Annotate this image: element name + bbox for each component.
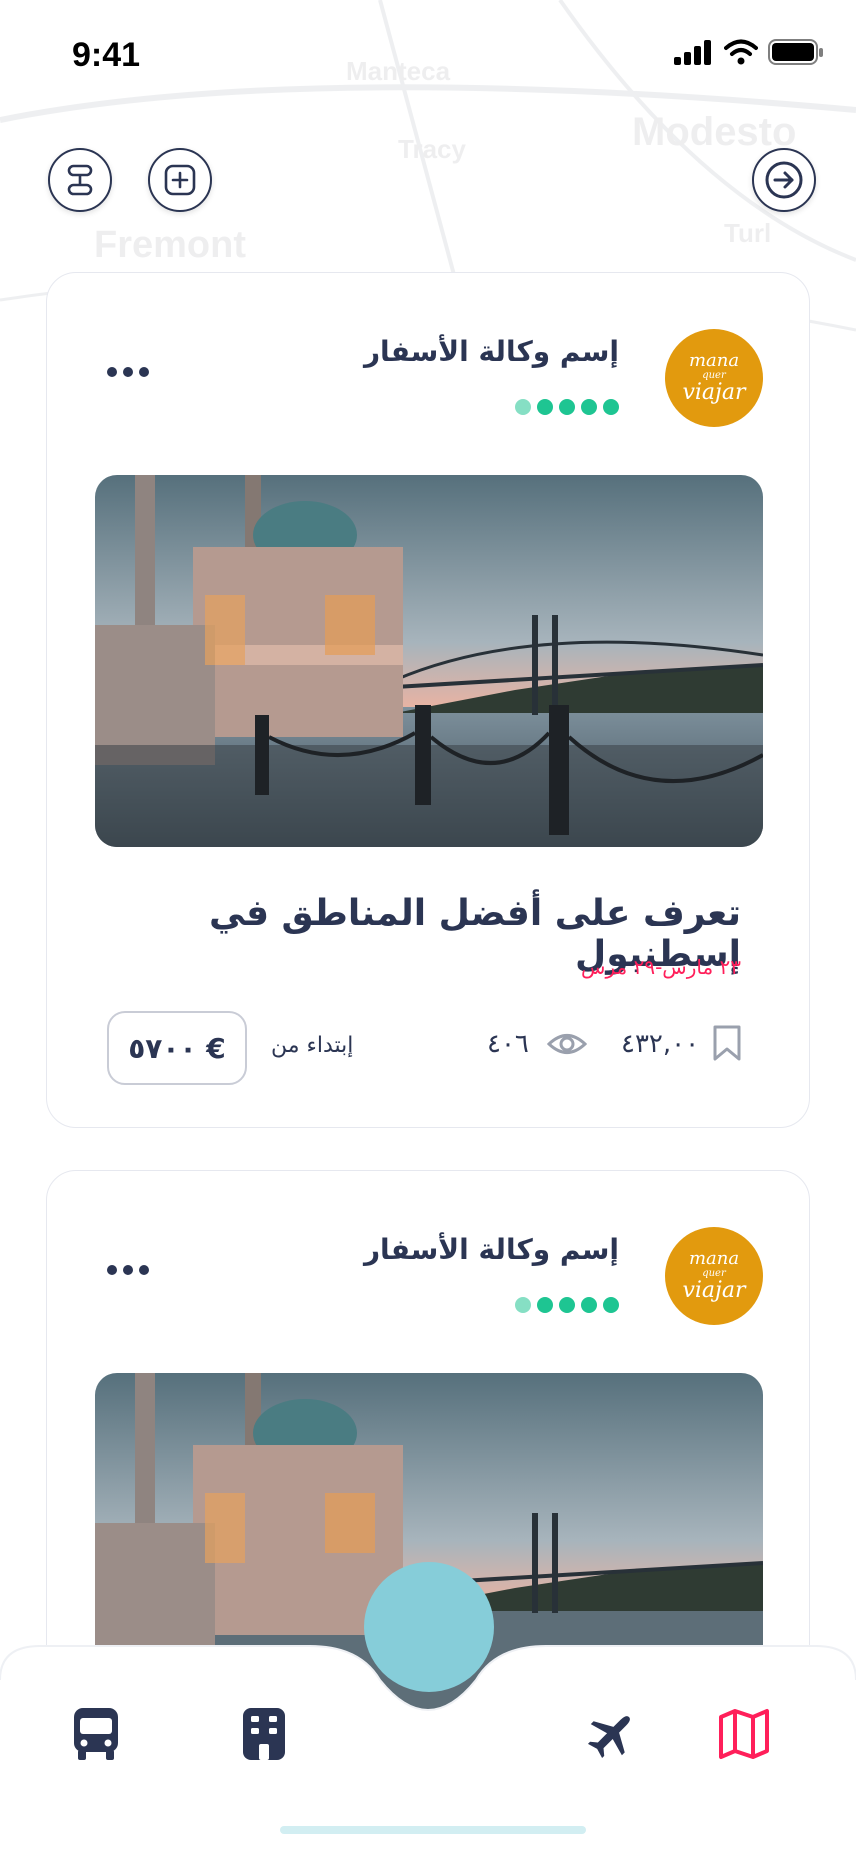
more-options-icon[interactable]: [107, 1265, 149, 1275]
rating-dot: [603, 399, 619, 415]
saves-count: ٤٣٢,٠٠: [621, 1029, 700, 1059]
trip-meta: ٥٧٠٠ € إبتداء من ٤٠٦ ٤٣٢,٠٠: [47, 1011, 811, 1085]
price-prefix: إبتداء من: [271, 1033, 354, 1058]
destination-photo[interactable]: [95, 475, 763, 847]
status-time: 9:41: [72, 36, 141, 74]
rating-dot: [515, 1297, 531, 1313]
trip-card[interactable]: mana quer viajar إسم وكالة الأسفار: [46, 272, 810, 1128]
rating-dot: [581, 399, 597, 415]
forward-button[interactable]: [752, 148, 816, 212]
rating-dot: [515, 399, 531, 415]
agency-name[interactable]: إسم وكالة الأسفار: [364, 335, 619, 368]
nav-flights[interactable]: [584, 1706, 640, 1762]
rating-dot: [559, 1297, 575, 1313]
more-options-icon[interactable]: [107, 367, 149, 377]
agency-logo[interactable]: mana quer viajar: [665, 329, 763, 427]
map-label: Tracy: [398, 134, 466, 164]
cellular-signal-icon: [674, 40, 711, 65]
map-label: Turl: [724, 218, 772, 248]
rating-dots: [515, 1297, 619, 1313]
rating-dot: [537, 399, 553, 415]
home-indicator: [280, 1826, 586, 1834]
add-button[interactable]: [148, 148, 212, 212]
agency-name[interactable]: إسم وكالة الأسفار: [364, 1233, 619, 1266]
add-square-icon: [164, 164, 196, 196]
status-bar: 9:41: [0, 0, 856, 110]
rating-dot: [581, 1297, 597, 1313]
eye-icon: [547, 1034, 587, 1054]
airplane-icon: [587, 1716, 630, 1759]
nav-hotels[interactable]: [236, 1706, 292, 1762]
views-count: ٤٠٦: [487, 1029, 529, 1059]
rating-dots: [515, 399, 619, 415]
arrow-right-circle-icon: [765, 161, 803, 199]
building-icon: [243, 1708, 285, 1760]
route-icon: [67, 164, 93, 196]
wifi-icon: [724, 39, 758, 65]
price-badge[interactable]: ٥٧٠٠ €: [107, 1011, 247, 1085]
trip-dates: ٢٣ مارس-٢٩ مرس: [581, 955, 741, 979]
route-button[interactable]: [48, 148, 112, 212]
center-action-button[interactable]: [364, 1562, 494, 1692]
nav-bus[interactable]: [68, 1706, 124, 1762]
map-label: Modesto: [632, 110, 797, 154]
istanbul-mosque-image: [95, 475, 763, 847]
bus-icon: [74, 1708, 118, 1760]
screen: Manteca Tracy Modesto Fremont Turl 9:41: [0, 0, 856, 1852]
rating-dot: [559, 399, 575, 415]
battery-icon: [768, 39, 823, 65]
nav-map[interactable]: [716, 1706, 772, 1762]
map-icon: [719, 1709, 769, 1759]
map-label: Fremont: [94, 224, 246, 266]
rating-dot: [537, 1297, 553, 1313]
rating-dot: [603, 1297, 619, 1313]
bookmark-icon[interactable]: [711, 1023, 743, 1063]
agency-logo[interactable]: mana quer viajar: [665, 1227, 763, 1325]
